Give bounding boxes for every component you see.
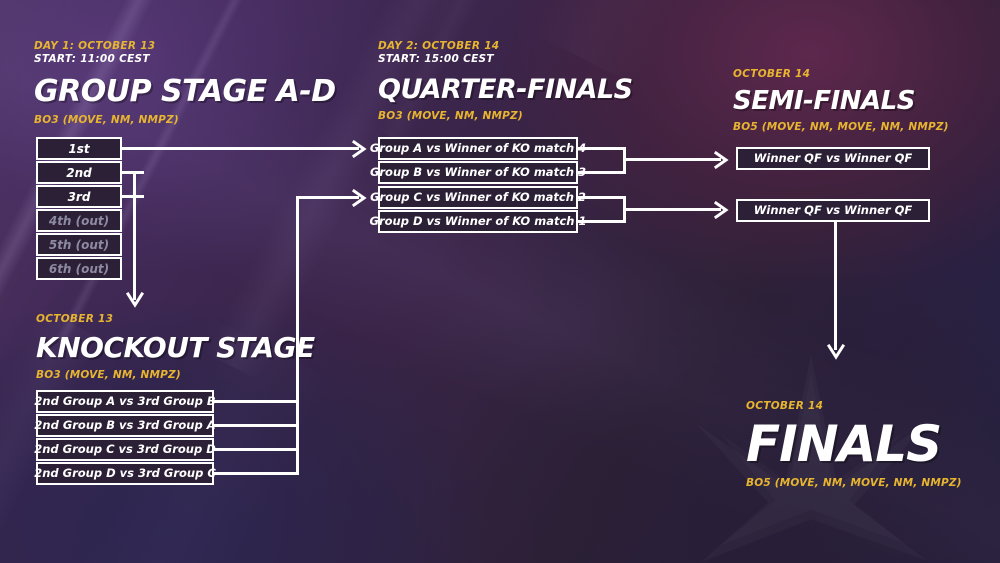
knockout-stage-section: OCTOBER 13 KNOCKOUT STAGE BO3 (MOVE, NM,… (36, 313, 315, 381)
connector-sf-to-finals (834, 222, 837, 350)
arrow-qf-pair2-to-sf-icon (714, 201, 730, 219)
group-stage-format: BO3 (MOVE, NM, NMPZ) (34, 114, 179, 126)
connector-2nd-3rd-merge (133, 171, 136, 198)
group-stage-title: GROUP STAGE A-D (34, 74, 336, 109)
quarter-finals-day-label: DAY 2: OCTOBER 14 (378, 40, 500, 52)
connector-qf2-stub (578, 171, 626, 174)
knockout-stage-format: BO3 (MOVE, NM, NMPZ) (36, 369, 181, 381)
connector-first-to-qf (122, 147, 359, 150)
group-stage-section: DAY 1: OCTOBER 13 START: 11:00 CEST GROU… (34, 40, 336, 126)
arrow-first-to-qf-icon (352, 140, 368, 158)
placement-box-6th: 6th (out) (36, 257, 122, 280)
quarter-finals-start-label: START: 15:00 CEST (378, 53, 494, 65)
connector-qf-pair1-to-sf (623, 158, 721, 161)
knockout-stage-title: KNOCKOUT STAGE (36, 331, 315, 364)
placement-box-5th: 5th (out) (36, 233, 122, 256)
knockout-match-1[interactable]: 2nd Group A vs 3rd Group B (34, 390, 216, 413)
arrow-ko-to-qf-icon (352, 189, 368, 207)
semi-finals-date-label: OCTOBER 14 (733, 68, 811, 80)
bracket-canvas: DAY 1: OCTOBER 13 START: 11:00 CEST GROU… (0, 0, 1000, 563)
placement-box-1st[interactable]: 1st (36, 137, 122, 160)
finals-title: FINALS (746, 415, 942, 473)
connector-qf4-stub (578, 220, 626, 223)
knockout-match-4[interactable]: 2nd Group D vs 3rd Group C (34, 462, 216, 485)
connector-ko2-stub (214, 424, 299, 427)
quarter-finals-format: BO3 (MOVE, NM, NMPZ) (378, 110, 523, 122)
quarter-final-match-3[interactable]: Group C vs Winner of KO match 2 (370, 186, 586, 209)
finals-format: BO5 (MOVE, NM, MOVE, NM, NMPZ) (746, 477, 962, 489)
quarter-final-match-4[interactable]: Group D vs Winner of KO match 1 (370, 210, 586, 233)
arrow-sf-to-finals-icon (827, 344, 845, 361)
semi-final-match-1[interactable]: Winner QF vs Winner QF (736, 147, 930, 170)
semi-final-match-2[interactable]: Winner QF vs Winner QF (736, 199, 930, 222)
connector-to-knockout (133, 195, 136, 300)
quarter-final-match-1[interactable]: Group A vs Winner of KO match 4 (370, 137, 586, 160)
finals-section: OCTOBER 14 FINALS BO5 (MOVE, NM, MOVE, N… (746, 400, 962, 489)
connector-ko1-stub (214, 400, 299, 403)
quarter-final-match-2[interactable]: Group B vs Winner of KO match 3 (370, 161, 586, 184)
connector-ko-to-qf (296, 196, 359, 199)
finals-date-label: OCTOBER 14 (746, 400, 824, 412)
semi-finals-section: OCTOBER 14 SEMI-FINALS BO5 (MOVE, NM, MO… (733, 68, 949, 133)
group-stage-start-label: START: 11:00 CEST (34, 53, 150, 65)
group-stage-day-label: DAY 1: OCTOBER 13 (34, 40, 156, 52)
quarter-finals-section: DAY 2: OCTOBER 14 START: 15:00 CEST QUAR… (378, 40, 633, 122)
knockout-stage-date-label: OCTOBER 13 (36, 313, 114, 325)
connector-ko4-stub (214, 472, 299, 475)
connector-ko-bus (296, 196, 299, 475)
quarter-finals-title: QUARTER-FINALS (378, 74, 633, 105)
connector-qf-pair2-to-sf (623, 208, 721, 211)
semi-finals-format: BO5 (MOVE, NM, MOVE, NM, NMPZ) (733, 121, 949, 133)
placement-box-2nd[interactable]: 2nd (36, 161, 122, 184)
knockout-match-2[interactable]: 2nd Group B vs 3rd Group A (34, 414, 216, 437)
semi-finals-title: SEMI-FINALS (733, 86, 915, 116)
connector-qf3-stub (578, 196, 626, 199)
arrow-to-knockout-icon (126, 292, 144, 309)
connector-qf1-stub (578, 147, 626, 150)
placement-box-3rd[interactable]: 3rd (36, 185, 122, 208)
placement-box-4th: 4th (out) (36, 209, 122, 232)
connector-ko3-stub (214, 448, 299, 451)
knockout-match-3[interactable]: 2nd Group C vs 3rd Group D (34, 438, 216, 461)
arrow-qf-pair1-to-sf-icon (714, 151, 730, 169)
